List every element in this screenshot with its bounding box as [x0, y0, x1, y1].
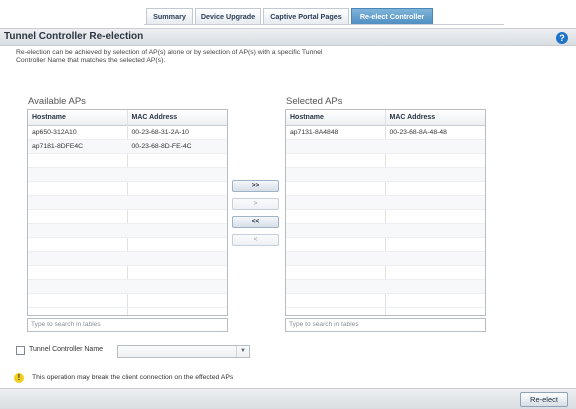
- move-left-button[interactable]: <: [232, 234, 279, 246]
- available-aps-label: Available APs: [28, 96, 86, 107]
- empty-row: [28, 168, 227, 182]
- empty-row: [286, 154, 485, 168]
- mac-cell: 00-23-68-8D-FE-4C: [131, 143, 192, 150]
- empty-row: [28, 210, 227, 224]
- empty-row: [286, 196, 485, 210]
- column-header-hostname[interactable]: Hostname: [28, 110, 128, 125]
- empty-row: [28, 280, 227, 294]
- selected-aps-label: Selected APs: [286, 96, 343, 107]
- hostname-cell: ap7181-8DFE4C: [32, 143, 84, 150]
- description-text: Re-election can be achieved by selection…: [16, 49, 323, 64]
- mac-cell: 00-23-68-31-2A-10: [131, 129, 189, 136]
- empty-row: [286, 182, 485, 196]
- column-header-mac[interactable]: MAC Address: [386, 110, 486, 125]
- empty-row: [286, 210, 485, 224]
- tab-bar: Summary Device Upgrade Captive Portal Pa…: [144, 8, 504, 25]
- section-header: Tunnel Controller Re-election ?: [0, 28, 576, 46]
- move-all-left-button[interactable]: <<: [232, 216, 279, 228]
- empty-row: [28, 196, 227, 210]
- mac-cell: 00-23-68-8A-48-48: [389, 129, 447, 136]
- page-title: Tunnel Controller Re-election: [4, 31, 144, 42]
- empty-row: [28, 266, 227, 280]
- empty-row: [286, 140, 485, 154]
- empty-row: [28, 238, 227, 252]
- empty-row: [28, 294, 227, 308]
- empty-row: [28, 182, 227, 196]
- empty-row: [286, 280, 485, 294]
- empty-row: [28, 154, 227, 168]
- tunnel-controller-checkbox[interactable]: [16, 346, 25, 355]
- move-right-button[interactable]: >: [232, 198, 279, 210]
- tab-device-upgrade[interactable]: Device Upgrade: [195, 8, 261, 24]
- table-row[interactable]: ap650-312A10 00-23-68-31-2A-10: [28, 126, 227, 140]
- selected-aps-table: Hostname MAC Address ap7131-8A4848 00-23…: [285, 109, 486, 316]
- empty-row: [28, 224, 227, 238]
- footer-bar: Re-elect: [0, 388, 576, 409]
- available-aps-table: Hostname MAC Address ap650-312A10 00-23-…: [27, 109, 228, 316]
- table-row[interactable]: ap7181-8DFE4C 00-23-68-8D-FE-4C: [28, 140, 227, 154]
- re-elect-button[interactable]: Re-elect: [520, 392, 568, 407]
- tunnel-controller-label: Tunnel Controller Name: [29, 346, 104, 353]
- tab-re-elect-controller[interactable]: Re-elect Controller: [351, 8, 433, 24]
- table-row[interactable]: ap7131-8A4848 00-23-68-8A-48-48: [286, 126, 485, 140]
- tunnel-controller-select[interactable]: ▼: [117, 345, 250, 358]
- selected-search-input[interactable]: Type to search in tables: [285, 318, 486, 332]
- empty-row: [286, 294, 485, 308]
- hostname-cell: ap650-312A10: [32, 129, 77, 136]
- available-search-input[interactable]: Type to search in tables: [27, 318, 228, 332]
- tab-summary[interactable]: Summary: [146, 8, 193, 24]
- empty-row: [286, 224, 485, 238]
- help-icon[interactable]: ?: [556, 32, 568, 44]
- empty-row: [286, 168, 485, 182]
- column-header-hostname[interactable]: Hostname: [286, 110, 386, 125]
- empty-row: [286, 252, 485, 266]
- warning-text: This operation may break the client conn…: [32, 374, 234, 381]
- tab-captive-portal-pages[interactable]: Captive Portal Pages: [263, 8, 349, 24]
- column-header-mac[interactable]: MAC Address: [128, 110, 228, 125]
- chevron-down-icon[interactable]: ▼: [236, 346, 249, 357]
- empty-row: [286, 266, 485, 280]
- empty-row: [286, 238, 485, 252]
- move-all-right-button[interactable]: >>: [232, 180, 279, 192]
- warning-icon: !: [14, 373, 24, 383]
- hostname-cell: ap7131-8A4848: [290, 129, 339, 136]
- empty-row: [28, 252, 227, 266]
